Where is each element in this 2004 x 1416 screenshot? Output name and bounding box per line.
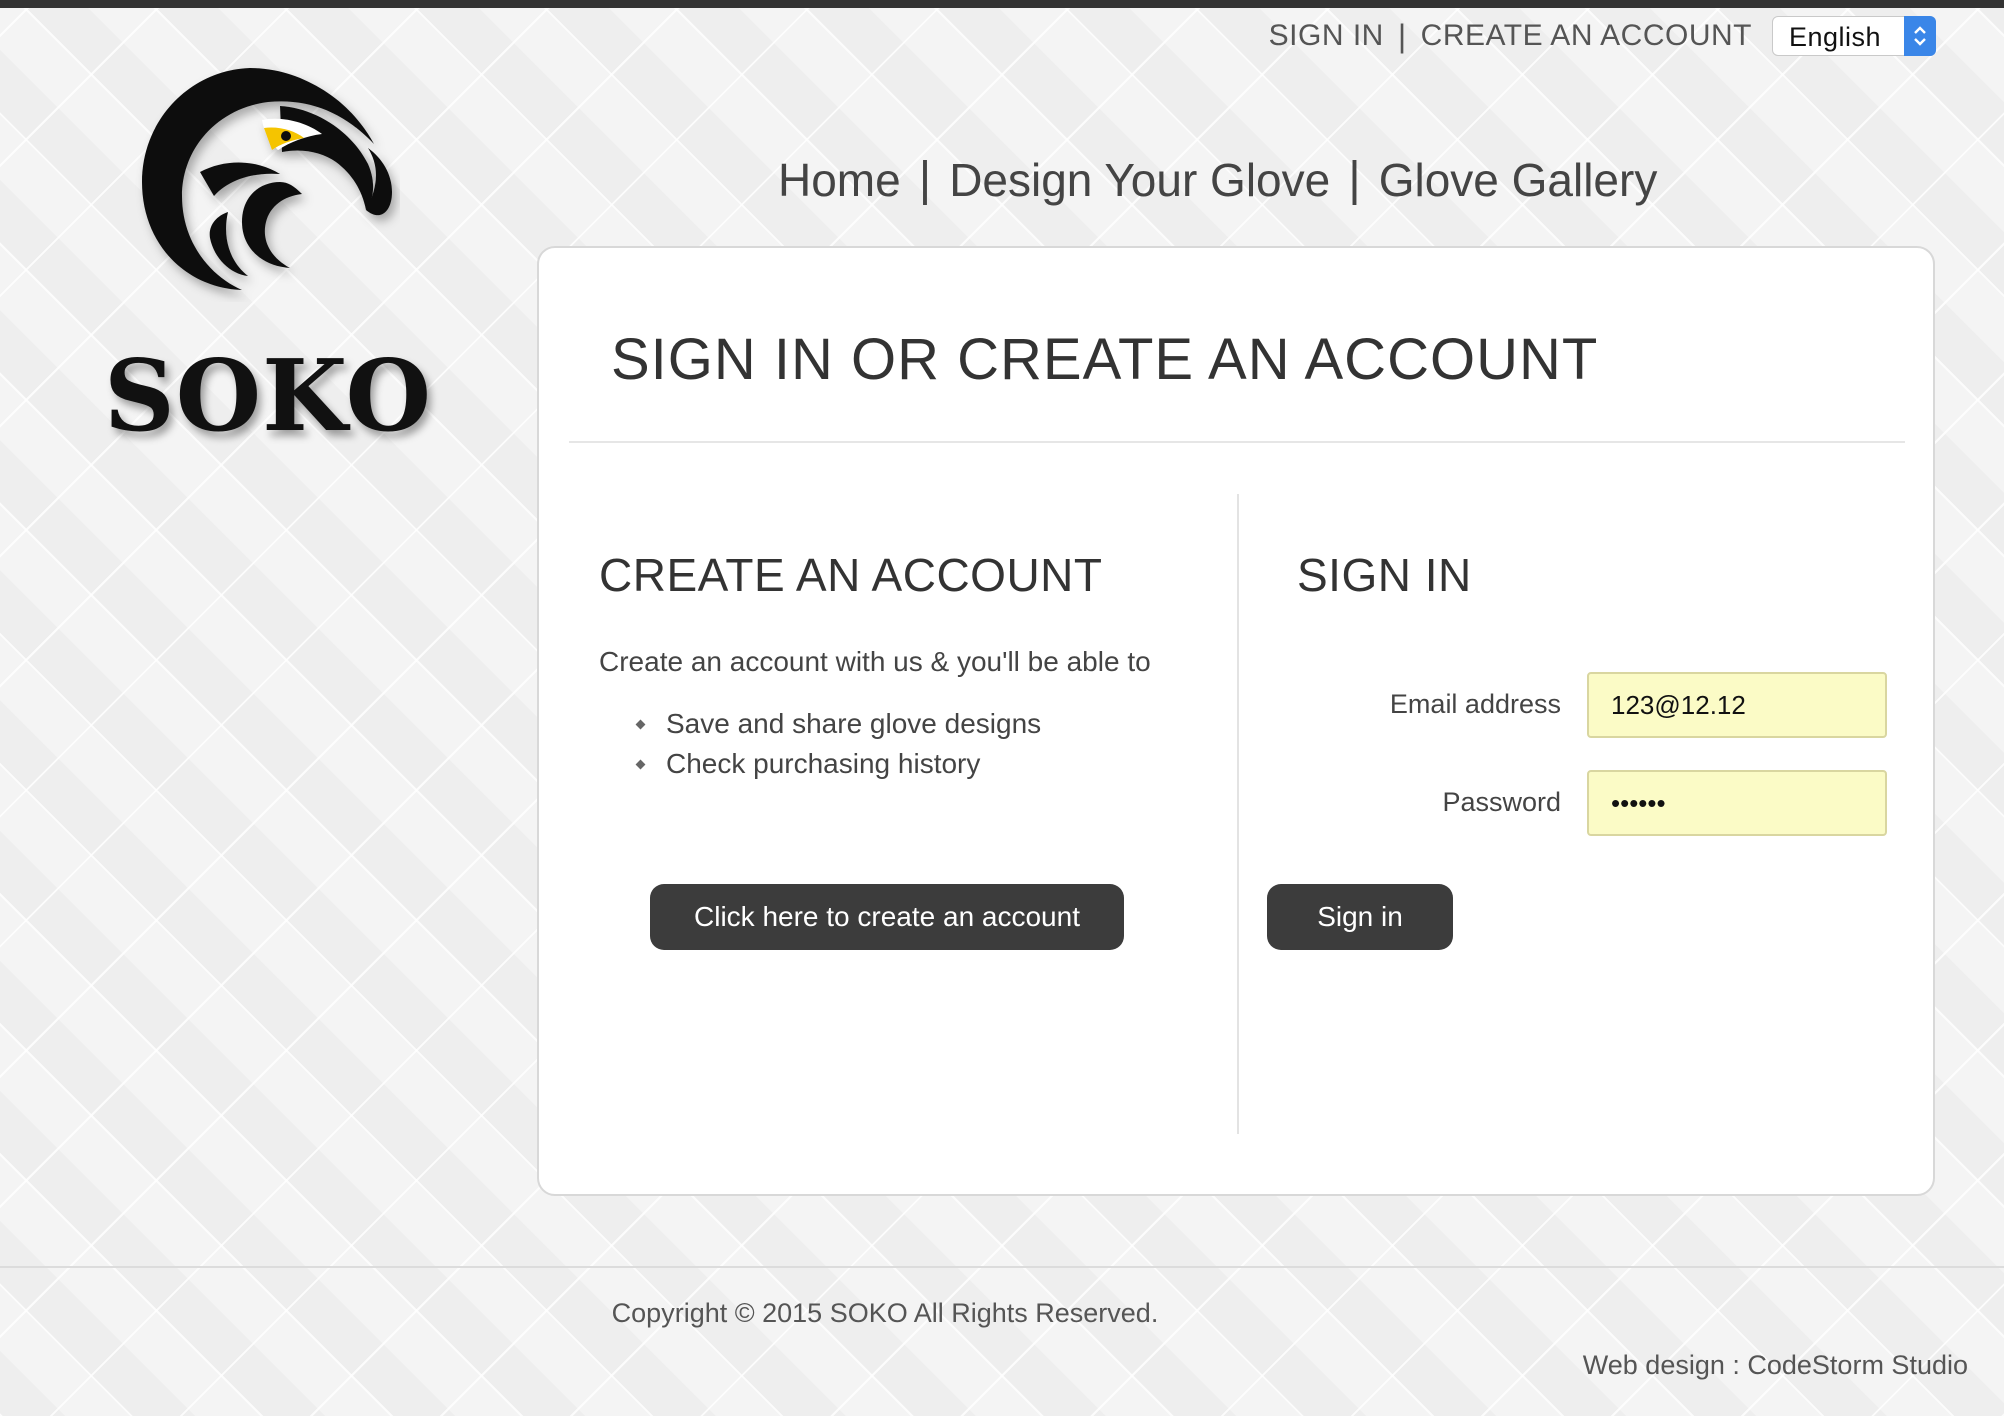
bullet-icon <box>635 719 646 729</box>
sign-in-heading: SIGN IN <box>1297 549 1472 601</box>
language-select-value: English <box>1789 22 1882 52</box>
main-nav: Home | Design Your Glove | Glove Gallery <box>778 152 1657 207</box>
utility-separator: | <box>1397 17 1407 54</box>
benefit-text: Save and share glove designs <box>666 708 1042 739</box>
email-row: Email address <box>1297 672 1897 738</box>
create-account-intro: Create an account with us & you'll be ab… <box>599 646 1151 677</box>
password-field[interactable] <box>1587 770 1887 836</box>
nav-item-home[interactable]: Home <box>778 153 901 207</box>
page-title: SIGN IN OR CREATE AN ACCOUNT <box>611 327 1599 392</box>
footer-copyright: Copyright © 2015 SOKO All Rights Reserve… <box>611 1298 1159 1328</box>
password-label: Password <box>1442 787 1561 817</box>
password-row: Password <box>1297 770 1897 836</box>
nav-separator: | <box>1348 153 1361 206</box>
top-strip <box>0 0 2004 8</box>
utility-sign-in-link[interactable]: SIGN IN <box>1269 19 1384 53</box>
sign-in-button[interactable]: Sign in <box>1267 884 1453 950</box>
list-item: Save and share glove designs <box>635 704 1199 744</box>
list-item: Check purchasing history <box>635 744 1199 784</box>
eagle-icon <box>142 68 392 290</box>
logo-brand-text: SOKO <box>104 339 433 454</box>
utility-create-account-link[interactable]: CREATE AN ACCOUNT <box>1421 19 1752 53</box>
utility-bar: SIGN IN | CREATE AN ACCOUNT English <box>1269 16 1936 56</box>
create-account-heading: CREATE AN ACCOUNT <box>599 549 1103 601</box>
column-divider <box>1237 494 1239 1134</box>
nav-separator: | <box>918 153 932 206</box>
select-arrows-icon <box>1904 16 1936 56</box>
bullet-icon <box>635 759 646 769</box>
footer-divider <box>0 1266 2004 1268</box>
language-select[interactable]: English <box>1772 16 1936 56</box>
nav-item-glove-gallery[interactable]: Glove Gallery <box>1379 153 1658 207</box>
create-account-section: CREATE AN ACCOUNT Create an account with… <box>599 548 1199 784</box>
title-divider <box>569 441 1905 443</box>
benefits-list: Save and share glove designs Check purch… <box>635 704 1199 784</box>
site-logo[interactable]: SOKO <box>100 62 431 446</box>
email-label: Email address <box>1389 689 1561 719</box>
benefit-text: Check purchasing history <box>666 748 981 779</box>
sign-in-section: SIGN IN Email address Password <box>1297 548 1897 836</box>
email-field[interactable] <box>1587 672 1887 738</box>
nav-item-design-your-glove[interactable]: Design Your Glove <box>949 153 1330 207</box>
footer-credit: Web design : CodeStorm Studio <box>1582 1350 1968 1380</box>
account-panel: SIGN IN OR CREATE AN ACCOUNT CREATE AN A… <box>537 246 1935 1196</box>
create-account-button[interactable]: Click here to create an account <box>650 884 1124 950</box>
